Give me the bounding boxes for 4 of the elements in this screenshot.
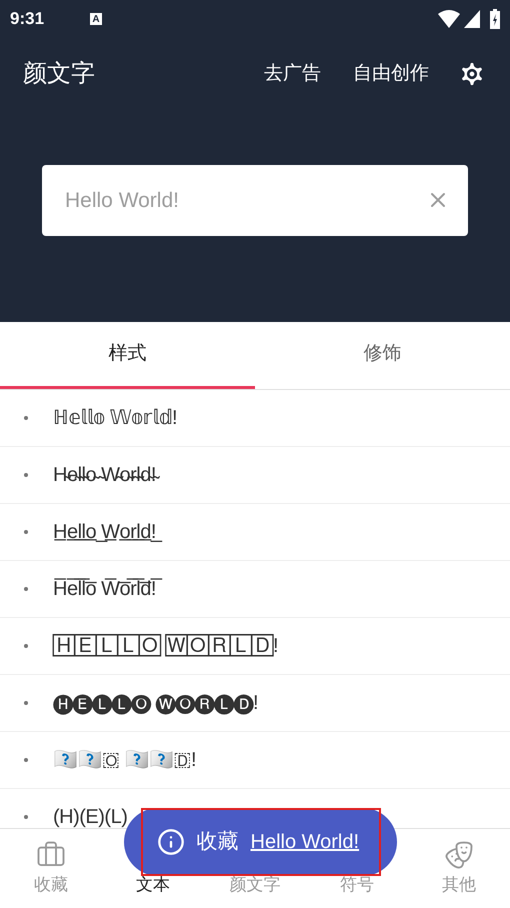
notification-icon: A <box>90 13 102 25</box>
status-time: 9:31 <box>10 8 44 30</box>
app-title: 颜文字 <box>23 59 95 89</box>
toast-message: 收藏 <box>196 829 238 856</box>
